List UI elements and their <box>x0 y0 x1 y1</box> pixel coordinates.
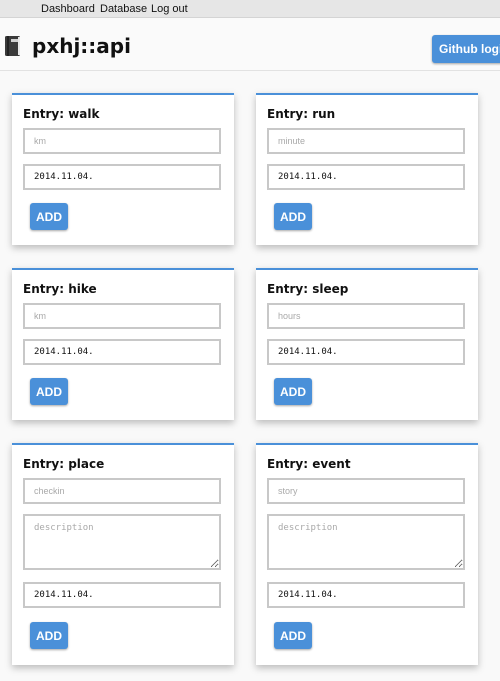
book-icon <box>5 36 20 56</box>
entry-card-hike: Entry: hike ADD <box>12 268 234 420</box>
entry-card-sleep: Entry: sleep ADD <box>256 268 478 420</box>
date-input[interactable] <box>23 164 221 190</box>
date-input[interactable] <box>23 582 221 608</box>
add-button[interactable]: ADD <box>30 203 68 230</box>
entry-card-run: Entry: run ADD <box>256 93 478 245</box>
card-title: Entry: place <box>23 457 105 471</box>
add-button[interactable]: ADD <box>274 622 312 649</box>
add-button[interactable]: ADD <box>274 203 312 230</box>
entry-card-place: Entry: place ADD <box>12 443 234 665</box>
date-input[interactable] <box>267 582 465 608</box>
card-title: Entry: walk <box>23 107 100 121</box>
checkin-input[interactable] <box>23 478 221 504</box>
entry-card-walk: Entry: walk ADD <box>12 93 234 245</box>
km-input[interactable] <box>23 128 221 154</box>
hours-input[interactable] <box>267 303 465 329</box>
header: pxhj::api Github login <box>0 18 500 71</box>
card-title: Entry: sleep <box>267 282 349 296</box>
entry-card-event: Entry: event ADD <box>256 443 478 665</box>
nav-dashboard-link[interactable]: Dashboard <box>41 3 95 15</box>
date-input[interactable] <box>267 164 465 190</box>
nav-database-link[interactable]: Database <box>100 3 147 15</box>
add-button[interactable]: ADD <box>30 378 68 405</box>
date-input[interactable] <box>267 339 465 365</box>
nav-logout-link[interactable]: Log out <box>151 3 188 15</box>
app-title: pxhj::api <box>32 34 131 58</box>
card-title: Entry: hike <box>23 282 97 296</box>
top-nav: Dashboard Database Log out <box>0 0 500 18</box>
minute-input[interactable] <box>267 128 465 154</box>
card-title: Entry: event <box>267 457 351 471</box>
km-input[interactable] <box>23 303 221 329</box>
description-textarea[interactable] <box>267 514 465 570</box>
date-input[interactable] <box>23 339 221 365</box>
description-textarea[interactable] <box>23 514 221 570</box>
story-input[interactable] <box>267 478 465 504</box>
add-button[interactable]: ADD <box>274 378 312 405</box>
add-button[interactable]: ADD <box>30 622 68 649</box>
github-login-button[interactable]: Github login <box>432 35 500 63</box>
card-title: Entry: run <box>267 107 336 121</box>
